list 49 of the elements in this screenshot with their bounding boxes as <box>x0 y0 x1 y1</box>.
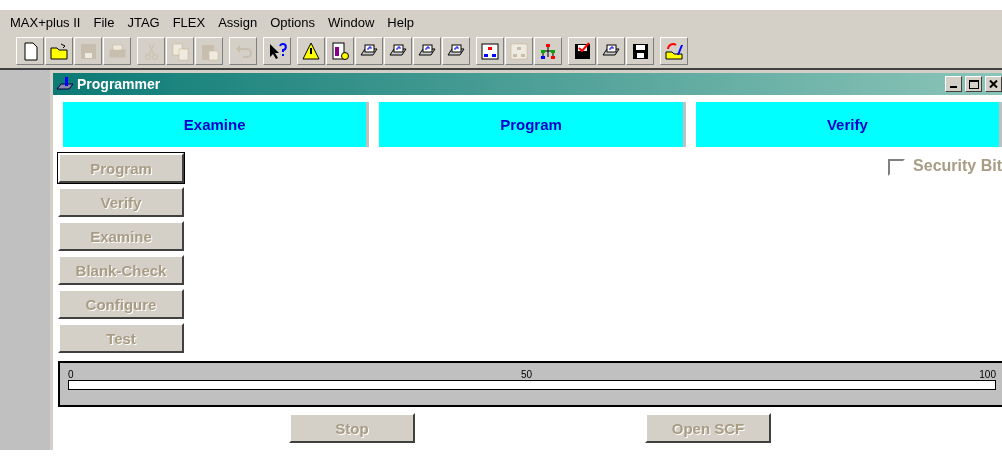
tick-label: 0 <box>68 369 74 380</box>
menu-item[interactable]: JTAG <box>127 15 160 30</box>
minimize-icon <box>950 86 957 88</box>
toolbar-button[interactable] <box>534 37 562 65</box>
hierarchy-document-icon <box>480 41 500 61</box>
toolbar-button[interactable] <box>442 37 470 65</box>
close-icon <box>989 80 998 88</box>
toolbar-button[interactable] <box>355 37 383 65</box>
toolbar-button[interactable] <box>597 37 625 65</box>
document-icon <box>330 41 350 61</box>
menu-item[interactable]: Help <box>387 15 415 30</box>
floppy-icon <box>630 41 650 61</box>
checkbox-label: Security Bit <box>913 157 1002 175</box>
hierarchy-icon <box>538 41 558 61</box>
folder-arrow-icon <box>664 41 684 61</box>
toolbar-button[interactable] <box>263 37 291 65</box>
folder-icon <box>49 41 69 61</box>
section-header: Verify <box>695 102 1002 147</box>
maximize-icon <box>968 79 979 89</box>
toolbar-button[interactable] <box>476 37 504 65</box>
tick-label: 50 <box>520 369 532 380</box>
menu-item[interactable]: Assign <box>218 15 258 30</box>
section-header: Examine <box>63 102 370 147</box>
window-title: Programmer <box>77 76 162 92</box>
menu-item[interactable]: MAX+plus II <box>10 15 81 30</box>
toolbar-button[interactable] <box>326 37 354 65</box>
minimize-button[interactable] <box>945 76 962 92</box>
maximize-button[interactable] <box>965 76 982 92</box>
close-button[interactable] <box>985 76 1002 92</box>
section-header: Program <box>379 102 686 147</box>
help-pointer-icon <box>267 41 287 61</box>
floppy-check-icon <box>572 41 592 61</box>
menu-item[interactable]: FLEX <box>172 15 206 30</box>
copy-icon <box>170 41 190 61</box>
floppy-icon <box>78 41 98 61</box>
printer-icon <box>107 41 127 61</box>
tick-label: 100 <box>979 369 996 380</box>
toolbar-button[interactable] <box>384 37 412 65</box>
toolbar-button[interactable] <box>626 37 654 65</box>
warning-icon <box>301 41 321 61</box>
toolbar-button[interactable] <box>568 37 596 65</box>
menu-item[interactable]: Options <box>270 15 316 30</box>
menu-item[interactable]: File <box>93 15 115 30</box>
toolbar-button[interactable] <box>660 37 688 65</box>
toolbar-button[interactable] <box>413 37 441 65</box>
menu-item[interactable]: Window <box>328 15 375 30</box>
programmer-icon <box>55 75 75 93</box>
hierarchy-document-icon <box>509 41 529 61</box>
toolbar-button[interactable] <box>297 37 325 65</box>
